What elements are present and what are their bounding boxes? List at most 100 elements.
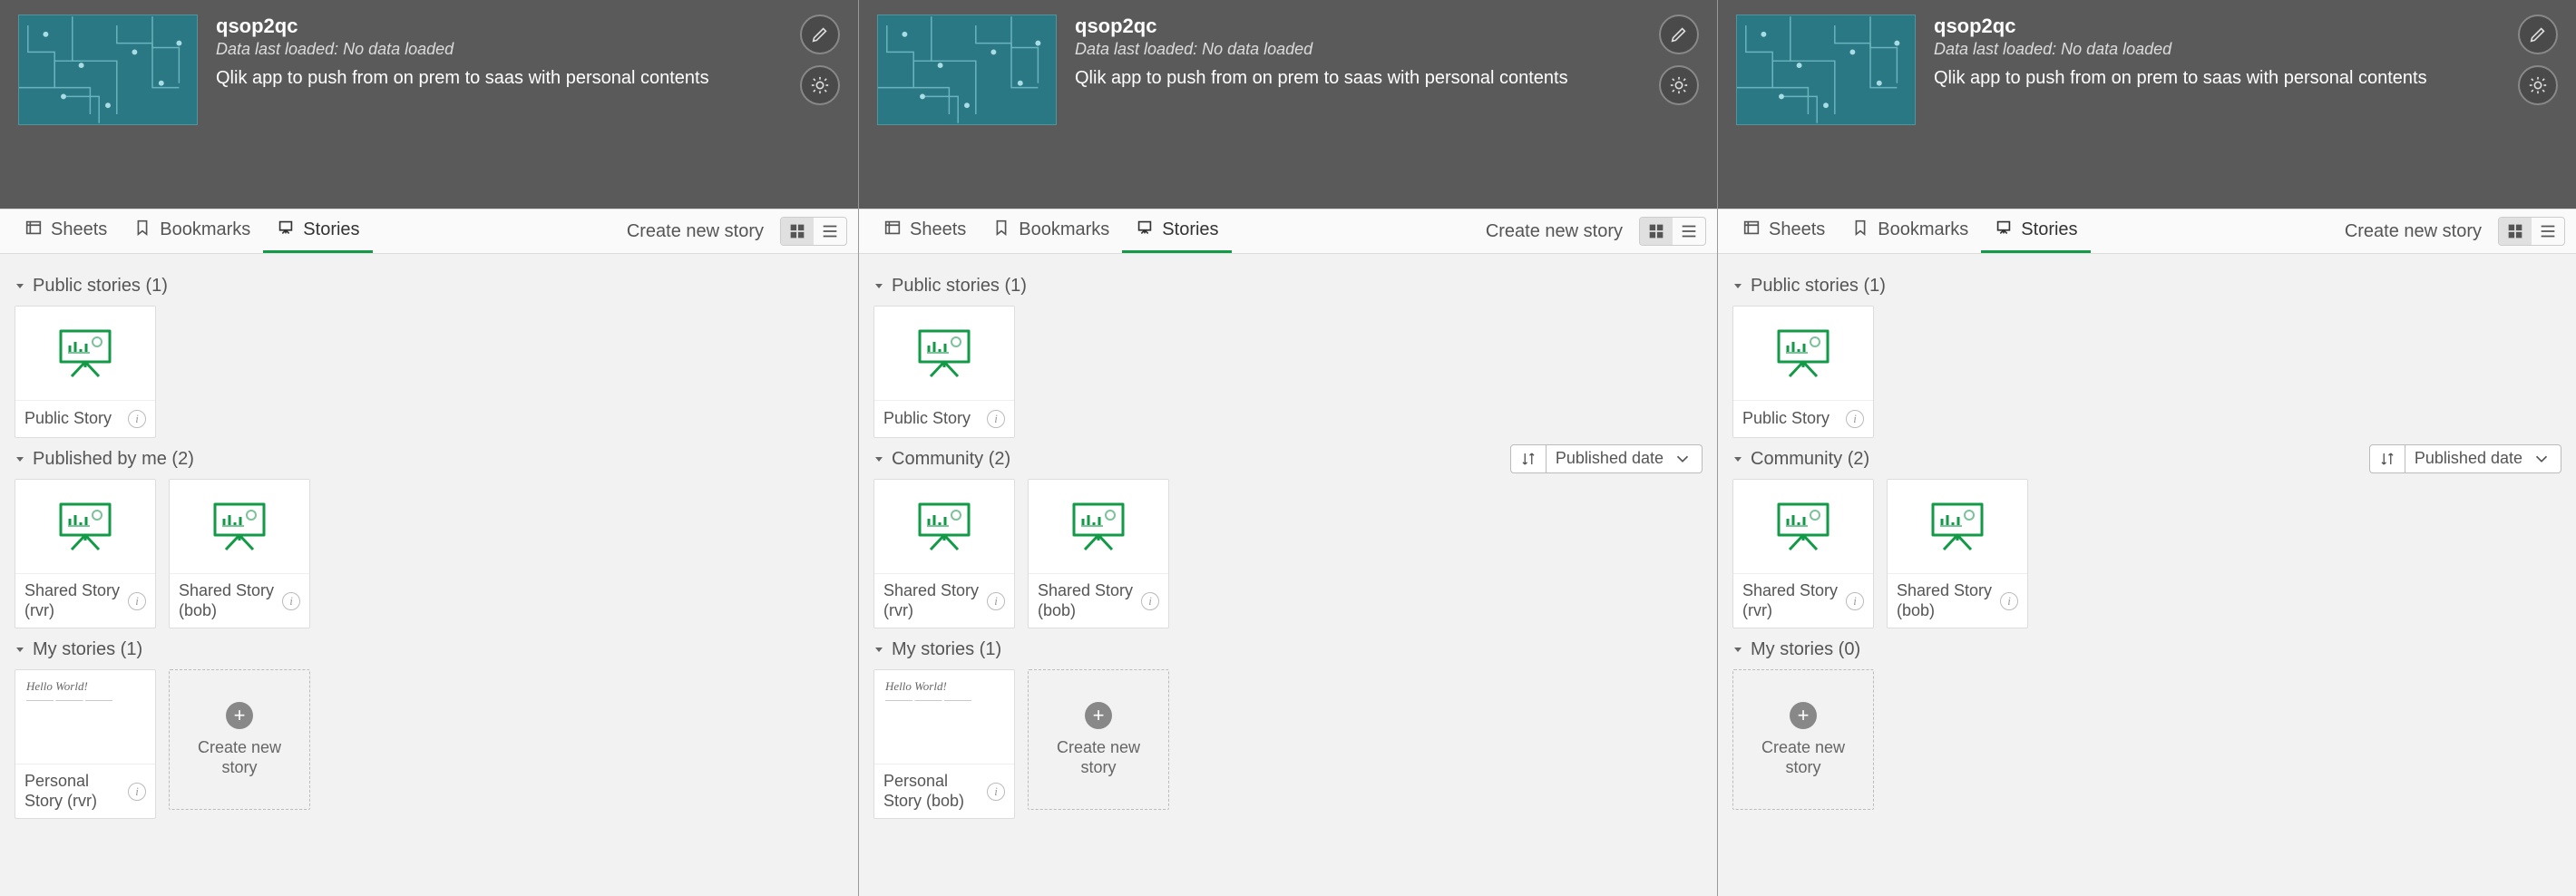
edit-button[interactable]: [1659, 15, 1699, 54]
grid-view-button[interactable]: [2499, 217, 2532, 246]
tab-stories-label: Stories: [1162, 219, 1218, 240]
info-icon[interactable]: i: [1846, 592, 1864, 610]
info-icon[interactable]: i: [987, 783, 1005, 801]
story-card[interactable]: Public Storyi: [1732, 306, 1874, 438]
view-toggle: [780, 217, 847, 246]
group-header[interactable]: Community (2): [873, 438, 1510, 479]
story-card[interactable]: Shared Story (bob)i: [169, 479, 310, 628]
group-header[interactable]: Published by me (2): [15, 438, 844, 479]
settings-button[interactable]: [1659, 65, 1699, 105]
group-header-row: My stories (0): [1732, 628, 2561, 669]
create-new-story-link[interactable]: Create new story: [1469, 209, 1639, 253]
settings-button[interactable]: [2518, 65, 2558, 105]
tab-stories[interactable]: Stories: [263, 209, 372, 253]
story-card[interactable]: Public Story i: [15, 306, 156, 438]
grid-view-button[interactable]: [1640, 217, 1673, 246]
info-icon[interactable]: i: [128, 410, 146, 428]
header-actions: [1659, 15, 1699, 105]
story-card[interactable]: Shared Story (rvr)i: [1732, 479, 1874, 628]
collapse-icon: [873, 276, 884, 297]
app-meta: qsop2qcData last loaded: No data loadedQ…: [1075, 15, 1641, 89]
group-header[interactable]: My stories (0): [1732, 628, 2561, 669]
list-view-button[interactable]: [1673, 217, 1705, 246]
tab-sheets[interactable]: Sheets: [870, 209, 979, 253]
info-icon[interactable]: i: [282, 592, 300, 610]
story-card-footer: Shared Story (bob)i: [170, 574, 309, 628]
group-header[interactable]: Public stories (1): [873, 265, 1703, 306]
sort-field-label: Published date: [2415, 449, 2522, 468]
app-thumbnail[interactable]: [1736, 15, 1916, 125]
app-thumbnail[interactable]: [877, 15, 1057, 125]
sort-controls: Published date: [2369, 444, 2561, 473]
tab-sheets[interactable]: Sheets: [1729, 209, 1838, 253]
app-header: qsop2qcData last loaded: No data loadedQ…: [1718, 0, 2576, 209]
story-card[interactable]: Hello World!——— ——— ———Personal Story (b…: [873, 669, 1015, 819]
edit-button[interactable]: [800, 15, 840, 54]
edit-button[interactable]: [2518, 15, 2558, 54]
info-icon[interactable]: i: [2000, 592, 2018, 610]
tab-bookmarks[interactable]: Bookmarks: [979, 209, 1122, 253]
group-header[interactable]: Community (2): [1732, 438, 2369, 479]
story-card[interactable]: Public Story i: [873, 306, 1015, 438]
story-card[interactable]: Shared Story (bob)i: [1887, 479, 2028, 628]
group-label: Published by me (2): [33, 449, 194, 470]
create-new-story-link[interactable]: Create new story: [610, 209, 780, 253]
info-icon[interactable]: i: [1141, 592, 1159, 610]
sort-controls: Published date: [1510, 444, 1703, 473]
app-title: qsop2qc: [1934, 15, 2500, 38]
sort-direction-button[interactable]: [2369, 444, 2405, 473]
story-card[interactable]: Shared Story (bob) i: [1028, 479, 1169, 628]
story-card[interactable]: Hello World!——— ——— ———Personal Story (r…: [15, 669, 156, 819]
sort-direction-button[interactable]: [1510, 444, 1547, 473]
story-title: Shared Story (bob): [1038, 581, 1136, 620]
story-card-footer: Shared Story (bob)i: [1888, 574, 2027, 628]
story-title: Personal Story (bob): [883, 772, 981, 811]
app-header: qsop2qcData last loaded: No data loadedQ…: [0, 0, 858, 209]
group-header[interactable]: My stories (1): [15, 628, 844, 669]
tab-stories[interactable]: Stories: [1122, 209, 1231, 253]
view-toggle: [2498, 217, 2565, 246]
story-card[interactable]: Shared Story (rvr) i: [15, 479, 156, 628]
tab-stories[interactable]: Stories: [1981, 209, 2090, 253]
toolbar: SheetsBookmarks Stories Create new story: [859, 209, 1717, 254]
story-thumbnail: [170, 480, 309, 574]
story-title: Public Story: [24, 409, 122, 429]
info-icon[interactable]: i: [987, 592, 1005, 610]
grid-view-button[interactable]: [781, 217, 814, 246]
create-new-story-link[interactable]: Create new story: [2328, 209, 2498, 253]
story-card-footer: Public Storyi: [1733, 401, 1873, 437]
group-header[interactable]: Public stories (1): [1732, 265, 2561, 306]
group-label: My stories (1): [33, 639, 142, 660]
create-story-card[interactable]: +Create newstory: [169, 669, 310, 810]
info-icon[interactable]: i: [128, 592, 146, 610]
tabset: SheetsBookmarks Stories: [1729, 209, 2091, 253]
group-header-row: Public stories (1): [15, 265, 844, 306]
create-story-card[interactable]: +Create newstory: [1732, 669, 1874, 810]
story-card-footer: Shared Story (rvr) i: [15, 574, 155, 628]
story-title: Shared Story (rvr): [24, 581, 122, 620]
app-thumbnail[interactable]: [18, 15, 198, 125]
list-view-button[interactable]: [814, 217, 846, 246]
tab-sheets[interactable]: Sheets: [11, 209, 120, 253]
list-view-button[interactable]: [2532, 217, 2564, 246]
tab-bookmarks[interactable]: Bookmarks: [120, 209, 263, 253]
collapse-icon: [15, 449, 25, 470]
info-icon[interactable]: i: [128, 783, 146, 801]
group-header[interactable]: My stories (1): [873, 628, 1703, 669]
group-label: My stories (0): [1751, 639, 1860, 660]
create-story-card[interactable]: +Create newstory: [1028, 669, 1169, 810]
sort-field-dropdown[interactable]: Published date: [2405, 444, 2561, 473]
group-header-row: My stories (1): [15, 628, 844, 669]
tab-stories-label: Stories: [2021, 219, 2077, 240]
sort-field-dropdown[interactable]: Published date: [1547, 444, 1703, 473]
tab-bookmarks[interactable]: Bookmarks: [1838, 209, 1981, 253]
story-card-footer: Shared Story (bob) i: [1029, 574, 1168, 628]
story-thumbnail: [874, 307, 1014, 401]
info-icon[interactable]: i: [987, 410, 1005, 428]
story-title: Public Story: [883, 409, 981, 429]
group-header[interactable]: Public stories (1): [15, 265, 844, 306]
settings-button[interactable]: [800, 65, 840, 105]
info-icon[interactable]: i: [1846, 410, 1864, 428]
story-card[interactable]: Shared Story (rvr)i: [873, 479, 1015, 628]
collapse-icon: [873, 639, 884, 660]
